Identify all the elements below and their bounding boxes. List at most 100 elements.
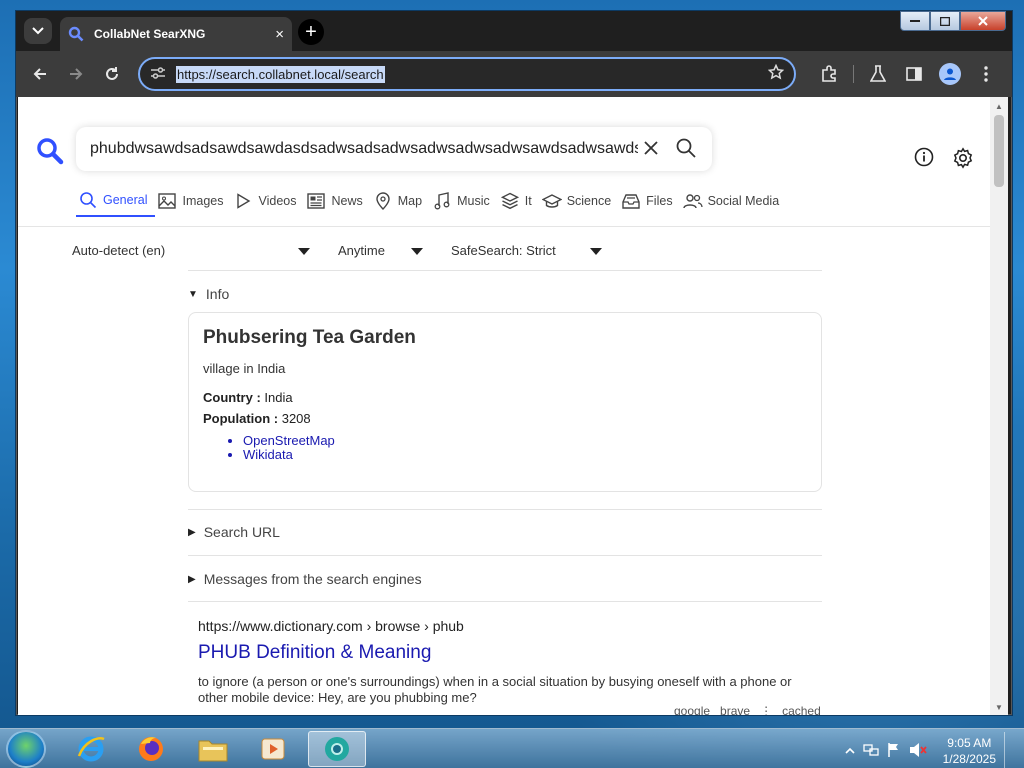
system-clock[interactable]: 9:05 AM 1/28/2025 — [943, 735, 996, 767]
tab-images[interactable]: Images — [155, 191, 231, 217]
search-submit-button[interactable] — [676, 138, 696, 161]
close-window-button[interactable] — [960, 11, 1006, 31]
search-url-label: Search URL — [203, 524, 280, 540]
tab-title: CollabNet SearXNG — [94, 27, 206, 41]
tab-it[interactable]: It — [498, 191, 540, 217]
tab-close-icon[interactable]: × — [275, 26, 284, 43]
result-engines: google brave ⋮ cached — [674, 704, 821, 715]
tab-videos[interactable]: Videos — [231, 191, 304, 217]
tab-search-button[interactable] — [24, 18, 52, 44]
chevron-down-icon[interactable] — [411, 248, 423, 255]
scroll-down-icon[interactable]: ▼ — [995, 703, 1003, 712]
flask-icon — [870, 65, 886, 82]
reload-icon — [106, 67, 118, 80]
preferences-button[interactable] — [952, 147, 974, 172]
action-center-flag-icon[interactable] — [887, 742, 901, 761]
forward-button[interactable] — [60, 58, 92, 90]
tab-general[interactable]: General — [76, 191, 156, 217]
newspaper-icon — [306, 192, 326, 210]
search-icon — [78, 191, 98, 209]
search-icon — [676, 138, 696, 158]
result-url[interactable]: https://www.dictionary.com › browse › ph… — [198, 618, 818, 634]
search-results-page: phubdwsawdsadsawdsawdasdsadwsadsadwsadws… — [18, 97, 990, 715]
header-divider — [18, 226, 990, 227]
scroll-up-icon[interactable]: ▲ — [995, 102, 1003, 111]
tab-news[interactable]: News — [304, 191, 370, 217]
chevron-down-icon[interactable] — [298, 248, 310, 255]
tab-label: Images — [182, 194, 224, 208]
tab-label: Social Media — [707, 194, 780, 208]
minimize-button[interactable] — [900, 11, 930, 31]
side-panel-button[interactable] — [898, 58, 930, 90]
section-divider — [188, 601, 822, 602]
system-tray: 9:05 AM 1/28/2025 — [845, 732, 1016, 768]
cached-link[interactable]: cached — [782, 704, 821, 715]
tab-label: Map — [397, 194, 423, 208]
bookmark-star-icon[interactable] — [767, 63, 785, 85]
wikidata-link[interactable]: Wikidata — [243, 448, 807, 462]
show-desktop-button[interactable] — [1004, 732, 1016, 768]
scrollbar-thumb[interactable] — [994, 115, 1004, 187]
search-input[interactable]: phubdwsawdsadsawdsawdasdsadwsadsadwsadws… — [90, 140, 638, 158]
tab-files[interactable]: Files — [619, 191, 680, 217]
attribute-label: Country : — [203, 390, 261, 405]
url-text[interactable]: https://search.collabnet.local/search — [176, 65, 385, 83]
profile-button[interactable] — [934, 58, 966, 90]
tab-label: It — [524, 194, 532, 208]
network-icon[interactable] — [862, 742, 879, 761]
infobox-attribute-country: Country : India — [203, 390, 807, 405]
chevron-down-icon — [32, 27, 44, 35]
chevron-down-icon[interactable] — [590, 248, 602, 255]
show-hidden-icons-button[interactable] — [845, 744, 855, 758]
tab-social-media[interactable]: Social Media — [681, 191, 788, 217]
minimize-icon — [910, 20, 920, 22]
tab-collabnet-searxng[interactable]: CollabNet SearXNG × — [60, 17, 292, 51]
reload-button[interactable] — [96, 58, 128, 90]
close-icon — [978, 16, 988, 26]
firefox-taskbar-icon[interactable] — [124, 731, 178, 767]
address-bar[interactable]: https://search.collabnet.local/search — [138, 57, 796, 91]
info-toggle[interactable]: ▼ Info — [188, 286, 229, 302]
new-tab-button[interactable]: + — [298, 19, 324, 45]
layers-icon — [500, 192, 520, 210]
chrome-browser-taskbar-icon[interactable] — [308, 731, 366, 767]
tab-label: Music — [457, 194, 490, 208]
labs-button[interactable] — [862, 58, 894, 90]
page-scrollbar[interactable]: ▲ ▼ — [990, 97, 1008, 715]
maximize-button[interactable] — [930, 11, 960, 31]
search-url-toggle[interactable]: ▶ Search URL — [188, 524, 280, 540]
clear-search-button[interactable] — [644, 138, 658, 161]
searxng-logo-icon[interactable] — [36, 137, 64, 165]
start-button[interactable] — [6, 730, 46, 768]
browser-menu-button[interactable] — [970, 58, 1002, 90]
search-box: phubdwsawdsadsawdsawdasdsadwsadsadwsadws… — [76, 127, 712, 171]
info-section-label: Info — [205, 286, 230, 302]
result-description: to ignore (a person or one's surrounding… — [198, 674, 792, 705]
about-button[interactable] — [914, 147, 934, 172]
site-info-icon[interactable] — [150, 66, 170, 83]
media-player-taskbar-icon[interactable] — [246, 731, 300, 767]
safesearch-select[interactable]: SafeSearch: Strict — [451, 243, 556, 258]
extensions-button[interactable] — [813, 58, 845, 90]
arrow-right-icon — [70, 68, 83, 80]
volume-muted-icon[interactable] — [909, 742, 927, 761]
tab-map[interactable]: Map — [371, 191, 430, 217]
tab-science[interactable]: Science — [540, 191, 619, 217]
taskbar: 9:05 AM 1/28/2025 — [0, 728, 1024, 768]
engine-messages-toggle[interactable]: ▶ Messages from the search engines — [188, 571, 422, 587]
toolbar-separator — [853, 65, 854, 83]
time-range-select[interactable]: Anytime — [338, 243, 385, 258]
tab-label: General — [103, 193, 148, 207]
triangle-down-icon: ▼ — [188, 288, 198, 300]
openstreetmap-link[interactable]: OpenStreetMap — [243, 434, 807, 448]
back-button[interactable] — [24, 58, 56, 90]
result-title-link[interactable]: PHUB Definition & Meaning — [198, 642, 818, 664]
search-result: https://www.dictionary.com › browse › ph… — [198, 618, 818, 706]
category-tabs: General Images Videos News Map Music It … — [76, 191, 787, 217]
internet-explorer-taskbar-icon[interactable] — [64, 731, 118, 767]
map-pin-icon — [373, 192, 393, 210]
language-select[interactable]: Auto-detect (en) — [72, 243, 165, 258]
file-explorer-taskbar-icon[interactable] — [186, 731, 240, 767]
tab-music[interactable]: Music — [430, 191, 498, 217]
tab-strip: CollabNet SearXNG × + — [16, 11, 1012, 51]
